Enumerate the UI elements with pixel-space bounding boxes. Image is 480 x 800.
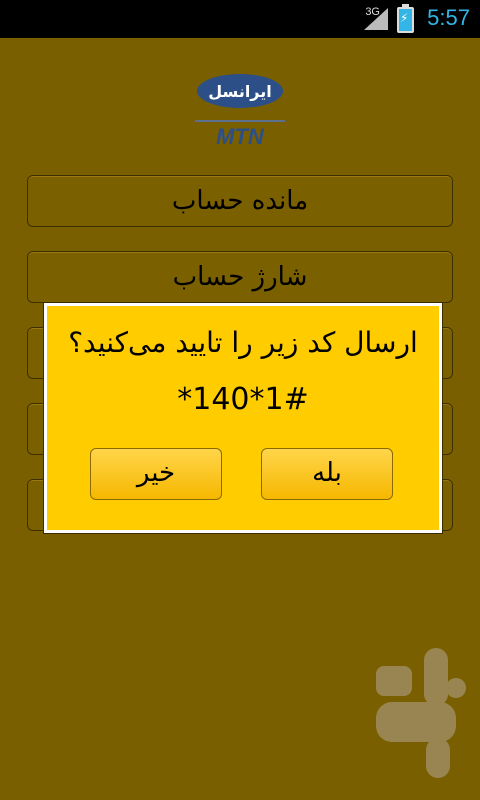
battery-icon: ⚡ — [397, 4, 414, 33]
balance-button[interactable]: مانده حساب — [27, 175, 453, 227]
confirm-dialog: ارسال کد زیر را تایید می‌کنید؟ *140*1# خ… — [44, 303, 442, 533]
yes-button[interactable]: بله — [261, 448, 393, 500]
logo-oval: ایرانسل — [197, 74, 283, 108]
clock: 5:57 — [427, 5, 470, 30]
recharge-button[interactable]: شارژ حساب — [27, 251, 453, 303]
logo-mtn-text: MTN — [216, 124, 264, 149]
dialog-message: ارسال کد زیر را تایید می‌کنید؟ — [68, 326, 418, 359]
signal-icon — [364, 8, 388, 30]
no-button[interactable]: خیر — [90, 448, 222, 500]
status-bar: 3G ⚡ 5:57 — [0, 0, 480, 38]
bazaar-watermark-icon — [376, 648, 466, 778]
ussd-code: *140*1# — [177, 382, 309, 417]
logo-divider — [195, 120, 285, 122]
irancell-mtn-logo: ایرانسل MTN — [195, 72, 285, 152]
